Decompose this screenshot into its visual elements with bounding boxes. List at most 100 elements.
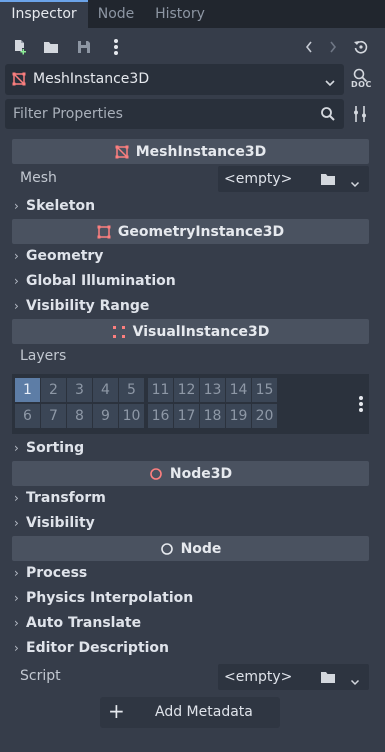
visual-instance-icon [112,325,126,339]
chevron-right-icon: › [14,516,19,530]
history-icon[interactable] [350,36,372,58]
chevron-right-icon: › [14,441,19,455]
section-transform[interactable]: › Transform [14,486,106,510]
object-name: MeshInstance3D [33,71,150,87]
section-geometry[interactable]: › Geometry [14,244,103,268]
category-geometry-instance: GeometryInstance3D [12,219,369,244]
section-label: Process [26,565,88,581]
add-metadata-label: Add Metadata [155,704,253,720]
section-label: Visibility [26,515,95,531]
section-visibility-range[interactable]: › Visibility Range [14,294,149,318]
section-label: Geometry [26,248,104,264]
layer-cell[interactable]: 15 [252,378,277,402]
category-mesh-instance: MeshInstance3D [12,139,369,164]
layer-cell[interactable]: 19 [226,404,251,428]
tab-inspector[interactable]: Inspector [0,0,88,28]
category-node: Node [12,536,369,561]
back-icon[interactable] [298,36,320,58]
filter-placeholder: Filter Properties [13,106,123,122]
chevron-right-icon: › [14,199,19,213]
category-label: Node [180,540,222,557]
chevron-down-icon [324,75,336,91]
chevron-down-icon[interactable] [350,674,360,690]
layers-label: Layers [20,348,67,364]
more-icon[interactable] [105,36,127,58]
mesh-instance-icon [115,145,129,159]
layer-cell[interactable]: 5 [119,378,144,402]
layer-cell[interactable]: 14 [226,378,251,402]
section-label: Transform [26,490,106,506]
layers-menu-icon[interactable] [358,395,364,417]
save-icon[interactable] [73,36,95,58]
chevron-right-icon: › [14,566,19,580]
plus-icon: + [108,699,125,723]
layer-cell[interactable]: 9 [93,404,118,428]
filter-properties-input[interactable]: Filter Properties [5,99,344,129]
chevron-right-icon: › [14,491,19,505]
layer-cell[interactable]: 1 [15,378,40,402]
chevron-right-icon: › [14,299,19,313]
layer-cell[interactable]: 3 [67,378,92,402]
doc-label: DOC [351,80,372,89]
layer-cell[interactable]: 11 [148,378,173,402]
node3d-icon [149,467,163,481]
section-physics-interpolation[interactable]: › Physics Interpolation [14,586,193,610]
section-label: Skeleton [26,198,96,214]
tab-bar: Inspector Node History [0,0,385,28]
doc-icon[interactable]: DOC [350,66,372,94]
mesh-instance-icon [12,72,26,90]
section-global-illumination[interactable]: › Global Illumination [14,269,176,293]
section-editor-description[interactable]: › Editor Description [14,636,169,660]
load-resource-icon[interactable] [40,36,62,58]
category-visual-instance: VisualInstance3D [12,319,369,344]
tab-node[interactable]: Node [88,0,144,28]
section-process[interactable]: › Process [14,561,87,585]
script-label: Script [20,668,61,684]
section-label: Editor Description [26,640,170,656]
layer-cell[interactable]: 12 [174,378,199,402]
layer-cell[interactable]: 10 [119,404,144,428]
section-skeleton[interactable]: › Skeleton [14,194,95,218]
layer-cell[interactable]: 2 [41,378,66,402]
layer-cell[interactable]: 17 [174,404,199,428]
folder-icon[interactable] [320,670,336,688]
layer-cell[interactable]: 8 [67,404,92,428]
geometry-instance-icon [97,225,111,239]
chevron-right-icon: › [14,591,19,605]
section-label: Auto Translate [26,615,142,631]
category-label: Node3D [169,465,233,482]
chevron-right-icon: › [14,274,19,288]
category-label: MeshInstance3D [135,143,267,160]
category-label: VisualInstance3D [132,323,270,340]
category-node3d: Node3D [12,461,369,486]
section-sorting[interactable]: › Sorting [14,436,84,460]
layer-cell[interactable]: 18 [200,404,225,428]
layer-cell[interactable]: 4 [93,378,118,402]
new-resource-icon[interactable] [9,36,31,58]
category-label: GeometryInstance3D [117,223,285,240]
mesh-value: <empty> [224,171,293,187]
chevron-down-icon[interactable] [350,176,360,192]
section-visibility[interactable]: › Visibility [14,511,95,535]
inspector-panel: MeshInstance3D Mesh <empty> › Skeleton Ge… [8,136,374,746]
forward-icon[interactable] [322,36,344,58]
layers-grid: 1 2 3 4 5 11 12 13 14 15 6 7 8 9 10 16 1… [12,374,369,434]
layer-cell[interactable]: 6 [15,404,40,428]
tab-history[interactable]: History [144,0,216,28]
chevron-right-icon: › [14,616,19,630]
node-icon [160,542,174,556]
section-label: Visibility Range [26,298,150,314]
section-label: Global Illumination [26,273,176,289]
mesh-label: Mesh [20,170,57,186]
layer-cell[interactable]: 7 [41,404,66,428]
layer-cell[interactable]: 20 [252,404,277,428]
object-selector[interactable]: MeshInstance3D [5,64,344,95]
chevron-right-icon: › [14,641,19,655]
section-label: Physics Interpolation [26,590,194,606]
folder-icon[interactable] [320,172,336,190]
layer-cell[interactable]: 13 [200,378,225,402]
layer-cell[interactable]: 16 [148,404,173,428]
property-tools-icon[interactable] [352,105,368,127]
section-auto-translate[interactable]: › Auto Translate [14,611,141,635]
add-metadata-button[interactable]: + Add Metadata [100,697,280,728]
